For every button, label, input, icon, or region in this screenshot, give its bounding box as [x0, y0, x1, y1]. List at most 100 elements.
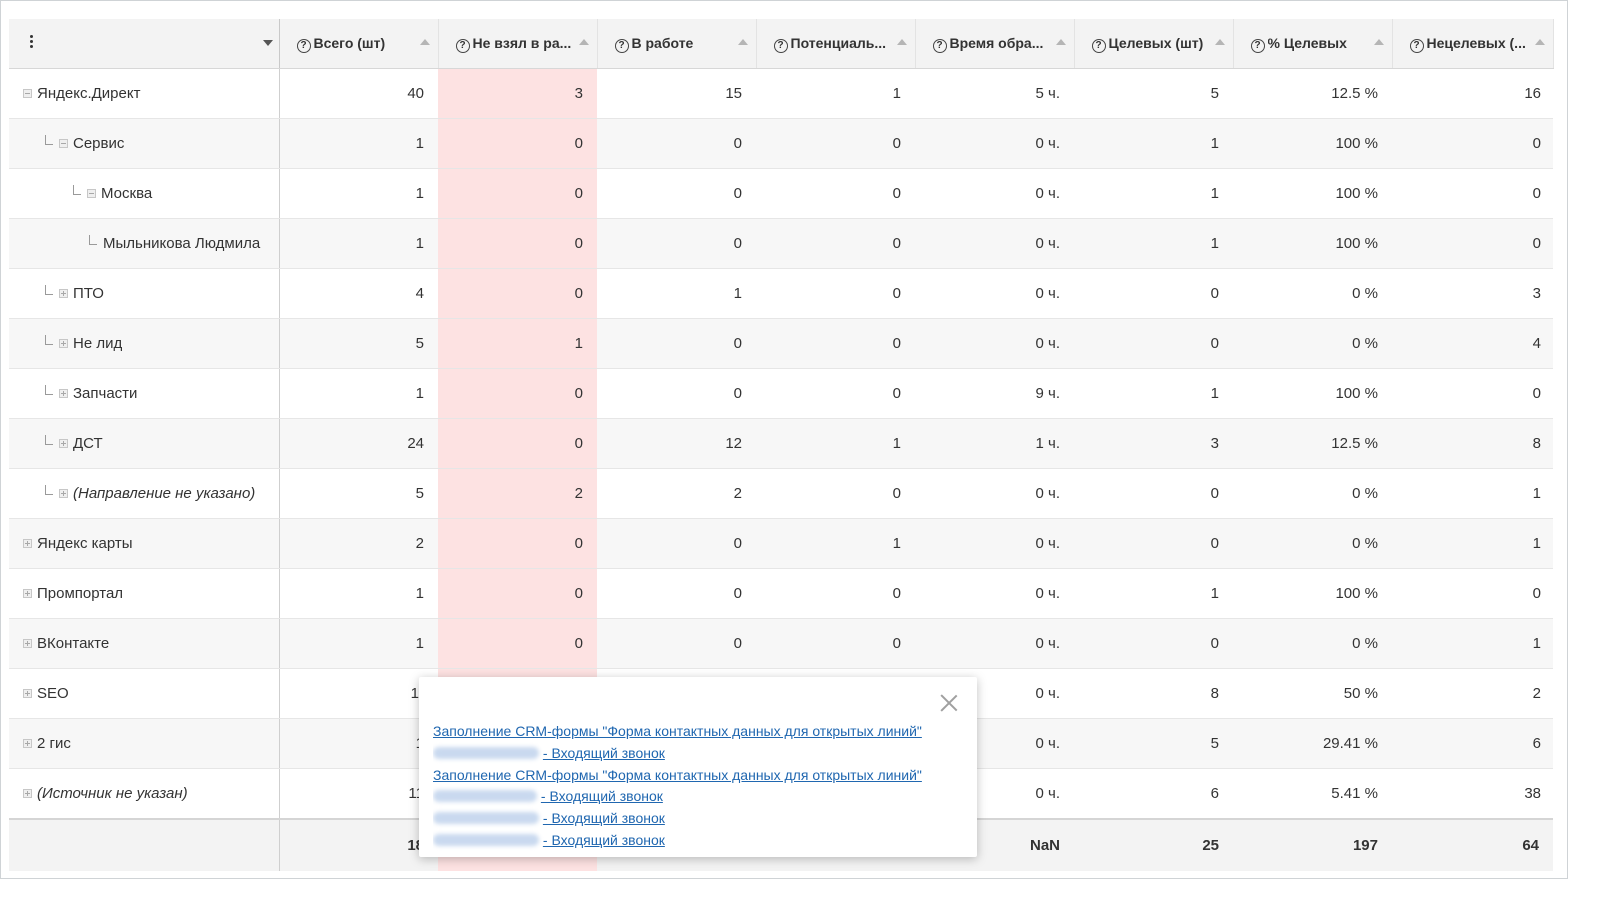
- value-cell-col-1[interactable]: 5: [279, 468, 438, 519]
- value-cell-col-6[interactable]: 5: [1074, 718, 1233, 769]
- value-cell-col-6[interactable]: 6: [1074, 768, 1233, 819]
- table-row[interactable]: (Направление не указано) 5 2 2 0 0 ч. 0 0 % 1: [9, 468, 1553, 519]
- incoming-call-link[interactable]: - Входящий звонок: [543, 745, 665, 761]
- value-cell-col-5[interactable]: 0 ч.: [915, 118, 1074, 169]
- value-cell-col-6[interactable]: 0: [1074, 318, 1233, 369]
- help-icon[interactable]: ?: [1409, 39, 1424, 54]
- collapse-icon[interactable]: [59, 138, 68, 148]
- table-row[interactable]: Яндекс.Директ 40 3 15 1 5 ч. 5 12.5 % 16: [9, 68, 1553, 119]
- value-cell-col-7[interactable]: 0 %: [1233, 318, 1392, 369]
- value-cell-col-8[interactable]: 0: [1392, 118, 1553, 169]
- collapse-icon[interactable]: [87, 188, 96, 198]
- value-cell-col-2[interactable]: 0: [438, 268, 597, 319]
- value-cell-col-1[interactable]: 2: [279, 518, 438, 569]
- value-cell-col-8[interactable]: 1: [1392, 518, 1553, 569]
- value-cell-col-7[interactable]: 12.5 %: [1233, 418, 1392, 469]
- crm-form-link[interactable]: Заполнение CRM-формы "Форма контактных д…: [433, 723, 922, 739]
- first-column-header[interactable]: [9, 19, 280, 69]
- table-row[interactable]: ДСТ 24 0 12 1 1 ч. 3 12.5 % 8: [9, 418, 1553, 469]
- value-cell-col-2[interactable]: 0: [438, 618, 597, 669]
- value-cell-col-1[interactable]: 1: [279, 568, 438, 619]
- popup-item[interactable]: Заполнение CRM-формы "Форма контактных д…: [433, 765, 963, 787]
- collapse-icon[interactable]: [23, 88, 32, 98]
- help-icon[interactable]: ?: [296, 39, 311, 54]
- row-name-cell[interactable]: Не лид: [9, 318, 280, 369]
- value-cell-col-6[interactable]: 0: [1074, 618, 1233, 669]
- value-cell-col-8[interactable]: 1: [1392, 468, 1553, 519]
- value-cell-col-4[interactable]: 0: [756, 368, 915, 419]
- value-cell-col-4[interactable]: 0: [756, 118, 915, 169]
- value-cell-col-8[interactable]: 0: [1392, 168, 1553, 219]
- table-row[interactable]: Запчасти 1 0 0 0 9 ч. 1 100 % 0: [9, 368, 1553, 419]
- value-cell-col-3[interactable]: 0: [597, 118, 756, 169]
- value-cell-col-5[interactable]: 0 ч.: [915, 618, 1074, 669]
- sort-up-icon[interactable]: [1214, 39, 1225, 45]
- table-row[interactable]: ПТО 4 0 1 0 0 ч. 0 0 % 3: [9, 268, 1553, 319]
- expand-icon[interactable]: [23, 688, 32, 698]
- value-cell-col-1[interactable]: 1: [279, 168, 438, 219]
- value-cell-col-8[interactable]: 3: [1392, 268, 1553, 319]
- row-name-cell[interactable]: ВКонтакте: [9, 618, 280, 669]
- column-header-5[interactable]: ? Время обра...: [915, 19, 1075, 69]
- value-cell-col-6[interactable]: 1: [1074, 118, 1233, 169]
- value-cell-col-3[interactable]: 2: [597, 468, 756, 519]
- vertical-ellipsis-icon[interactable]: [30, 35, 36, 50]
- value-cell-col-8[interactable]: 8: [1392, 418, 1553, 469]
- value-cell-col-3[interactable]: 0: [597, 568, 756, 619]
- column-header-8[interactable]: ? Нецелевых (...: [1392, 19, 1554, 69]
- value-cell-col-8[interactable]: 0: [1392, 568, 1553, 619]
- sort-up-icon[interactable]: [1373, 39, 1384, 45]
- value-cell-col-3[interactable]: 0: [597, 218, 756, 269]
- row-name-cell[interactable]: (Источник не указан): [9, 768, 280, 819]
- value-cell-col-5[interactable]: 1 ч.: [915, 418, 1074, 469]
- value-cell-col-7[interactable]: 0 %: [1233, 468, 1392, 519]
- chevron-down-icon[interactable]: [262, 40, 273, 46]
- value-cell-col-1[interactable]: 1: [279, 368, 438, 419]
- value-cell-col-4[interactable]: 0: [756, 268, 915, 319]
- crm-form-link[interactable]: Заполнение CRM-формы "Форма контактных д…: [433, 767, 922, 783]
- value-cell-col-8[interactable]: 4: [1392, 318, 1553, 369]
- value-cell-col-1[interactable]: 24: [279, 418, 438, 469]
- table-row[interactable]: Не лид 5 1 0 0 0 ч. 0 0 % 4: [9, 318, 1553, 369]
- value-cell-col-3[interactable]: 0: [597, 368, 756, 419]
- value-cell-col-7[interactable]: 100 %: [1233, 368, 1392, 419]
- expand-icon[interactable]: [23, 788, 32, 798]
- column-header-6[interactable]: ? Целевых (шт): [1074, 19, 1234, 69]
- value-cell-col-1[interactable]: 1: [279, 218, 438, 269]
- popup-item[interactable]: - Входящий звонок: [433, 786, 963, 808]
- value-cell-col-5[interactable]: 5 ч.: [915, 68, 1074, 119]
- value-cell-col-5[interactable]: 0 ч.: [915, 168, 1074, 219]
- sort-up-icon[interactable]: [896, 39, 907, 45]
- value-cell-col-3[interactable]: 15: [597, 68, 756, 119]
- value-cell-col-3[interactable]: 0: [597, 618, 756, 669]
- value-cell-col-5[interactable]: 0 ч.: [915, 468, 1074, 519]
- value-cell-col-3[interactable]: 1: [597, 268, 756, 319]
- incoming-call-link[interactable]: - Входящий звонок: [543, 832, 665, 848]
- row-name-cell[interactable]: Москва: [9, 168, 280, 219]
- row-name-cell[interactable]: Сервис: [9, 118, 280, 169]
- value-cell-col-2[interactable]: 0: [438, 418, 597, 469]
- value-cell-col-8[interactable]: 16: [1392, 68, 1553, 119]
- value-cell-col-6[interactable]: 1: [1074, 568, 1233, 619]
- value-cell-col-6[interactable]: 0: [1074, 468, 1233, 519]
- value-cell-col-7[interactable]: 5.41 %: [1233, 768, 1392, 819]
- row-name-cell[interactable]: Яндекс.Директ: [9, 68, 280, 119]
- expand-icon[interactable]: [23, 588, 32, 598]
- table-row[interactable]: Мыльникова Людмила 1 0 0 0 0 ч. 1 100 % 0: [9, 218, 1553, 269]
- row-name-cell[interactable]: ДСТ: [9, 418, 280, 469]
- value-cell-col-7[interactable]: 0 %: [1233, 268, 1392, 319]
- value-cell-col-2[interactable]: 0: [438, 368, 597, 419]
- value-cell-col-1[interactable]: 1: [279, 618, 438, 669]
- value-cell-col-4[interactable]: 0: [756, 618, 915, 669]
- sort-up-icon[interactable]: [1534, 39, 1545, 45]
- value-cell-col-3[interactable]: 12: [597, 418, 756, 469]
- value-cell-col-1[interactable]: 5: [279, 318, 438, 369]
- value-cell-col-1[interactable]: 40: [279, 68, 438, 119]
- value-cell-col-2[interactable]: 0: [438, 118, 597, 169]
- row-name-cell[interactable]: Запчасти: [9, 368, 280, 419]
- row-name-cell[interactable]: SEO: [9, 668, 280, 719]
- value-cell-col-1[interactable]: 4: [279, 268, 438, 319]
- value-cell-col-5[interactable]: 0 ч.: [915, 218, 1074, 269]
- value-cell-col-8[interactable]: 38: [1392, 768, 1553, 819]
- table-row[interactable]: Яндекс карты 2 0 0 1 0 ч. 0 0 % 1: [9, 518, 1553, 569]
